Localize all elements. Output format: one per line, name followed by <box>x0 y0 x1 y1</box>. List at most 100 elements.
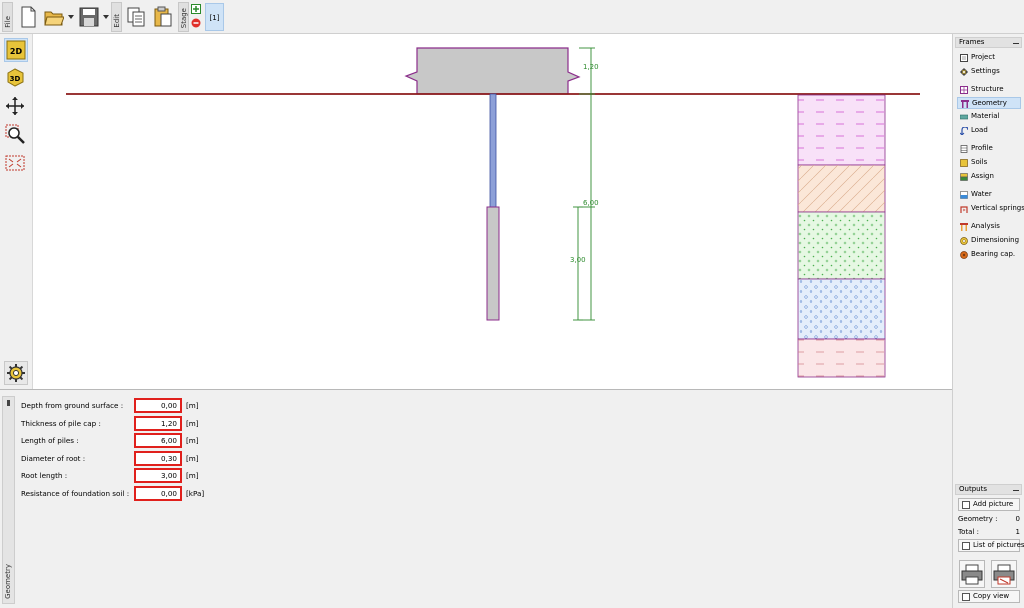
frame-vertical-springs[interactable]: Vertical springs <box>957 203 1024 215</box>
open-folder-icon <box>44 11 64 26</box>
collapse-icon[interactable] <box>1013 43 1019 44</box>
copy-data-icon <box>127 7 145 27</box>
frame-label: Dimensioning <box>971 236 1020 244</box>
edit-tab-label: Edit <box>113 14 121 28</box>
frame-structure[interactable]: Structure <box>957 84 1021 96</box>
field-label: Length of piles : <box>21 436 79 445</box>
material-icon <box>960 114 968 120</box>
project-icon <box>960 54 968 62</box>
file-menu-tab[interactable]: File <box>2 2 13 32</box>
pile-cap[interactable] <box>404 47 581 95</box>
vertical-springs-icon <box>960 206 968 213</box>
frame-soils[interactable]: Soils <box>957 157 1021 169</box>
stage-menu-tab[interactable]: Stage <box>178 2 189 32</box>
stage-1-tab[interactable]: [1] <box>205 3 224 31</box>
pin-icon[interactable] <box>7 400 10 406</box>
zoom-extents-button[interactable] <box>4 152 28 176</box>
view-3d-button[interactable]: 3D <box>4 66 28 90</box>
pile-length-input[interactable] <box>134 433 182 448</box>
pile-shaft[interactable] <box>489 93 497 208</box>
geometry-count-value: 0 <box>1015 515 1020 523</box>
stage-tab-label: Stage <box>180 7 188 28</box>
settings-gear-button[interactable] <box>4 361 28 385</box>
open-file-button[interactable] <box>42 4 66 30</box>
frame-label: Settings <box>971 67 1000 75</box>
print-export-button[interactable] <box>991 560 1017 588</box>
new-file-icon <box>21 6 36 28</box>
save-file-button[interactable] <box>77 4 101 30</box>
new-file-button[interactable] <box>16 4 40 30</box>
frame-profile[interactable]: Profile <box>957 143 1021 155</box>
file-tab-label: File <box>4 16 12 28</box>
print-button[interactable] <box>959 560 985 588</box>
frame-bearing-capacity[interactable]: Bearing cap. <box>957 249 1021 261</box>
field-row-thickness: Thickness of pile cap : t = [m] <box>21 416 321 432</box>
copy-view-button[interactable]: Copy view <box>958 590 1020 603</box>
outputs-title: Outputs <box>959 485 987 493</box>
collapse-icon[interactable] <box>1013 490 1019 491</box>
soil-resistance-input[interactable] <box>134 486 182 501</box>
frame-analysis[interactable]: Analysis <box>957 221 1021 233</box>
move-view-button[interactable] <box>4 95 28 119</box>
bearing-capacity-icon <box>960 251 968 259</box>
field-label: Resistance of foundation soil : <box>21 489 130 498</box>
svg-text:3D: 3D <box>10 75 21 83</box>
zoom-button[interactable] <box>4 123 28 147</box>
field-row-root-length: Root length : lr = [m] <box>21 468 321 484</box>
dimension-lines <box>573 47 595 321</box>
settings-icon <box>960 68 968 76</box>
water-icon <box>960 191 968 199</box>
list-of-pictures-button[interactable]: List of pictures <box>958 539 1024 552</box>
root-diameter-input[interactable] <box>134 451 182 466</box>
frame-settings[interactable]: Settings <box>957 66 1021 78</box>
frame-project[interactable]: Project <box>957 52 1021 64</box>
field-unit: [m] <box>186 471 199 480</box>
remove-stage-icon[interactable] <box>191 18 201 28</box>
geometry-count-label: Geometry : <box>958 515 998 523</box>
frame-label: Structure <box>971 85 1004 93</box>
add-stage-icon[interactable] <box>191 4 201 14</box>
frames-title: Frames <box>959 38 985 46</box>
geometry-icon <box>961 100 969 108</box>
paste-data-button[interactable] <box>151 4 175 30</box>
add-picture-label: Add picture <box>973 500 1014 508</box>
view-2d-icon: 2D <box>6 40 26 60</box>
frame-assign[interactable]: Assign <box>957 171 1021 183</box>
frame-label: Load <box>971 126 988 134</box>
soil-profile[interactable] <box>797 94 886 378</box>
field-unit: [m] <box>186 454 199 463</box>
foundation-drawing: 1,20 6,00 3,00 <box>66 47 920 378</box>
frame-dimensioning[interactable]: Dimensioning <box>957 235 1021 247</box>
frame-label: Soils <box>971 158 988 166</box>
save-dropdown-arrow-icon[interactable] <box>103 14 109 20</box>
edit-menu-tab[interactable]: Edit <box>111 2 122 32</box>
field-row-length: Length of piles : l = [m] <box>21 433 321 449</box>
view-2d-button[interactable]: 2D <box>4 38 28 62</box>
list-pictures-label: List of pictures <box>973 541 1024 549</box>
frame-material[interactable]: Material <box>957 111 1021 123</box>
cap-thickness-input[interactable] <box>134 416 182 431</box>
frame-geometry[interactable]: Geometry <box>957 97 1021 109</box>
copy-data-button[interactable] <box>124 4 148 30</box>
list-pictures-icon <box>962 542 970 550</box>
drawing-canvas[interactable]: 1,20 6,00 3,00 <box>32 34 952 389</box>
move-icon <box>6 97 24 115</box>
root-length-input[interactable] <box>134 468 182 483</box>
frame-label: Vertical springs <box>971 204 1024 212</box>
pile-root[interactable] <box>486 206 500 321</box>
input-panel: Geometry Depth from ground surface : hz … <box>0 389 952 608</box>
frame-load[interactable]: Load <box>957 125 1021 137</box>
field-label: Depth from ground surface : <box>21 401 124 410</box>
frames-panel: Frames Project Settings Structure Geomet… <box>952 34 1024 608</box>
frames-header: Frames <box>955 37 1022 48</box>
save-disk-icon <box>79 7 99 27</box>
frame-label: Material <box>971 112 1000 120</box>
geometry-side-tab[interactable]: Geometry <box>2 396 15 604</box>
add-picture-button[interactable]: Add picture <box>958 498 1020 511</box>
field-unit: [m] <box>186 436 199 445</box>
open-dropdown-arrow-icon[interactable] <box>68 14 74 20</box>
analysis-icon <box>960 223 968 231</box>
frame-water[interactable]: Water <box>957 189 1021 201</box>
profile-icon <box>960 145 968 153</box>
depth-input[interactable] <box>134 398 182 413</box>
